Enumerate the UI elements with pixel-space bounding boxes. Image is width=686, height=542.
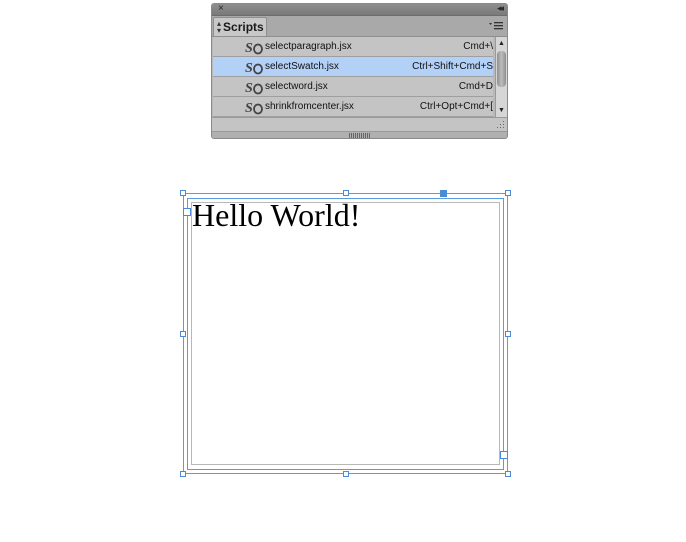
handle-bottom-center[interactable] — [343, 471, 349, 477]
panel-resize-bar[interactable] — [212, 131, 507, 138]
svg-text:S: S — [245, 41, 253, 55]
script-shortcut: Cmd+D — [458, 81, 493, 92]
script-name: selectword.jsx — [265, 81, 328, 92]
scroll-thumb[interactable] — [497, 51, 506, 87]
script-list: S selectparagraph.jsx Cmd+\ S selectSwat… — [213, 37, 493, 117]
tab-scripts[interactable]: ▴ ▾ Scripts — [213, 17, 267, 36]
script-name: selectparagraph.jsx — [265, 41, 352, 52]
list-item[interactable]: S selectword.jsx Cmd+D — [213, 77, 493, 97]
handle-top-center[interactable] — [343, 190, 349, 196]
handle-top-right-anchor[interactable] — [440, 190, 447, 197]
handle-bottom-right[interactable] — [505, 471, 511, 477]
panel-menu-icon[interactable] — [489, 21, 503, 31]
list-item[interactable]: S shrinkfromcenter.jsx Ctrl+Opt+Cmd+[ — [213, 97, 493, 117]
script-file-icon: S — [245, 101, 263, 115]
list-item-selected[interactable]: S selectSwatch.jsx Ctrl+Shift+Cmd+S — [213, 57, 493, 77]
script-name: selectSwatch.jsx — [265, 61, 339, 72]
panel-title-bar[interactable]: × ◂◂ — [212, 4, 507, 16]
in-port[interactable] — [183, 208, 191, 216]
text-frame-content[interactable]: Hello World! — [192, 197, 360, 234]
text-frame-inset — [191, 202, 500, 465]
out-port[interactable] — [500, 451, 508, 459]
script-shortcut: Cmd+\ — [463, 41, 493, 52]
svg-text:S: S — [245, 101, 253, 115]
collapse-icon[interactable]: ◂◂ — [497, 4, 504, 15]
close-icon[interactable]: × — [218, 4, 224, 15]
svg-text:S: S — [245, 61, 253, 75]
handle-bottom-left[interactable] — [180, 471, 186, 477]
script-shortcut: Ctrl+Opt+Cmd+[ — [419, 101, 493, 112]
handle-top-left[interactable] — [180, 190, 186, 196]
script-file-icon: S — [245, 81, 263, 95]
script-file-icon: S — [245, 61, 263, 75]
handle-middle-left[interactable] — [180, 331, 186, 337]
script-name: shrinkfromcenter.jsx — [265, 101, 354, 112]
scroll-up-arrow-icon[interactable]: ▲ — [496, 38, 507, 50]
handle-middle-right[interactable] — [505, 331, 511, 337]
resize-grip-icon[interactable] — [497, 121, 505, 129]
scripts-panel: × ◂◂ ▴ ▾ Scripts S selectparagraph.jsx Cm… — [211, 3, 508, 139]
panel-tab-bar: ▴ ▾ Scripts — [212, 16, 507, 37]
scroll-down-arrow-icon[interactable]: ▼ — [496, 105, 507, 117]
svg-text:S: S — [245, 81, 253, 95]
panel-footer — [212, 117, 507, 132]
handle-top-right[interactable] — [505, 190, 511, 196]
tab-toggle-arrows-icon[interactable]: ▴ ▾ — [217, 20, 221, 35]
tab-label: Scripts — [223, 20, 264, 34]
vertical-scrollbar[interactable]: ▲ ▼ — [495, 37, 507, 117]
grip-icon — [349, 133, 371, 138]
script-shortcut: Ctrl+Shift+Cmd+S — [412, 61, 493, 72]
list-item[interactable]: S selectparagraph.jsx Cmd+\ — [213, 37, 493, 57]
script-file-icon: S — [245, 41, 263, 55]
